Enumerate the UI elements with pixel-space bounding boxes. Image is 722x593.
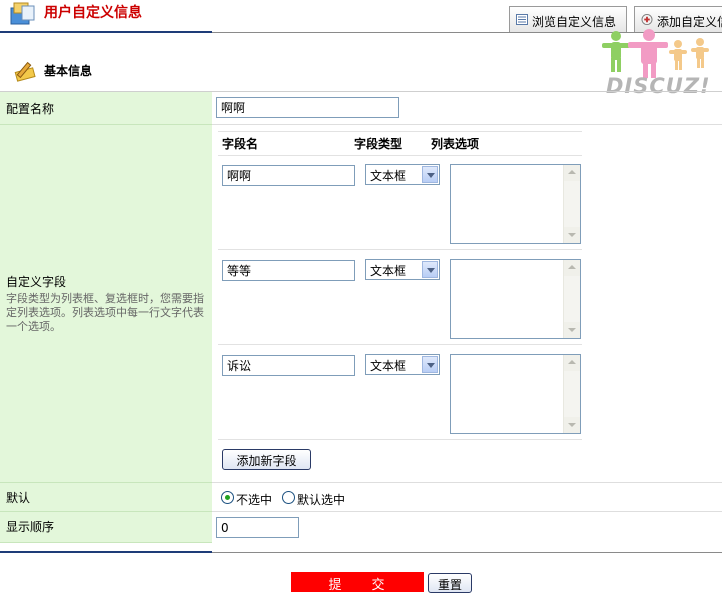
select-value: 文本框 [370, 264, 407, 278]
field-header-bottom-line [218, 155, 582, 156]
col-list-options: 列表选项 [431, 137, 480, 151]
config-name-label-cell: 配置名称 [0, 92, 212, 125]
scroll-up-icon[interactable] [564, 165, 580, 181]
field-divider [218, 439, 582, 440]
page-title: 用户自定义信息 [44, 5, 142, 21]
chevron-down-icon[interactable] [422, 356, 438, 373]
scroll-down-icon[interactable] [564, 322, 580, 338]
scroll-down-icon[interactable] [564, 227, 580, 243]
section-title: 基本信息 [44, 64, 93, 78]
list-options-textarea[interactable] [450, 354, 581, 434]
scroll-up-icon[interactable] [564, 355, 580, 371]
custom-fields-hint: 字段类型为列表框、复选框时，您需要指定列表选项。列表选项中每一行文字代表一个选项… [6, 292, 204, 333]
scroll-down-icon[interactable] [564, 417, 580, 433]
radio-label-default-selected: 默认选中 [297, 493, 346, 507]
list-options-textarea[interactable] [450, 259, 581, 339]
add-field-button[interactable]: 添加新字段 [222, 449, 311, 470]
reset-button[interactable]: 重置 [428, 573, 472, 593]
field-name-input[interactable] [222, 260, 355, 281]
field-type-select[interactable]: 文本框 [365, 259, 440, 280]
list-icon [516, 14, 528, 25]
field-type-select[interactable]: 文本框 [365, 164, 440, 185]
row-divider [212, 482, 722, 483]
field-header-top-line [218, 131, 582, 132]
header-divider [0, 31, 212, 33]
config-name-label: 配置名称 [6, 102, 55, 116]
pencil-book-icon [14, 61, 36, 82]
col-field-name: 字段名 [222, 137, 259, 151]
select-value: 文本框 [370, 359, 407, 373]
list-options-textarea[interactable] [450, 164, 581, 244]
custom-fields-label: 自定义字段 [6, 275, 67, 289]
add-icon [641, 14, 653, 25]
footer-divider [0, 551, 212, 553]
user-info-icon [10, 2, 35, 25]
custom-fields-label-cell: 自定义字段 字段类型为列表框、复选框时，您需要指定列表选项。列表选项中每一行文字… [0, 125, 212, 483]
row-divider [212, 511, 722, 512]
col-field-type: 字段类型 [354, 137, 403, 151]
row-divider [212, 124, 722, 125]
radio-default-selected[interactable] [282, 491, 295, 504]
field-name-input[interactable] [222, 355, 355, 376]
field-name-input[interactable] [222, 165, 355, 186]
order-label: 显示顺序 [6, 520, 55, 534]
order-label-cell: 显示顺序 [0, 512, 212, 543]
scroll-up-icon[interactable] [564, 260, 580, 276]
chevron-down-icon[interactable] [422, 166, 438, 183]
field-type-select[interactable]: 文本框 [365, 354, 440, 375]
default-label: 默认 [6, 491, 31, 505]
default-label-cell: 默认 [0, 483, 212, 512]
field-divider [218, 344, 582, 345]
radio-not-selected[interactable] [221, 491, 234, 504]
field-divider [218, 249, 582, 250]
submit-button[interactable]: 提交 [291, 572, 424, 593]
config-name-input[interactable] [216, 97, 399, 118]
logo-text: DISCUZ! [606, 74, 711, 98]
radio-label-not-selected: 不选中 [236, 493, 273, 507]
chevron-down-icon[interactable] [422, 261, 438, 278]
display-order-input[interactable] [216, 517, 299, 538]
select-value: 文本框 [370, 169, 407, 183]
footer-divider-gray [212, 552, 722, 553]
